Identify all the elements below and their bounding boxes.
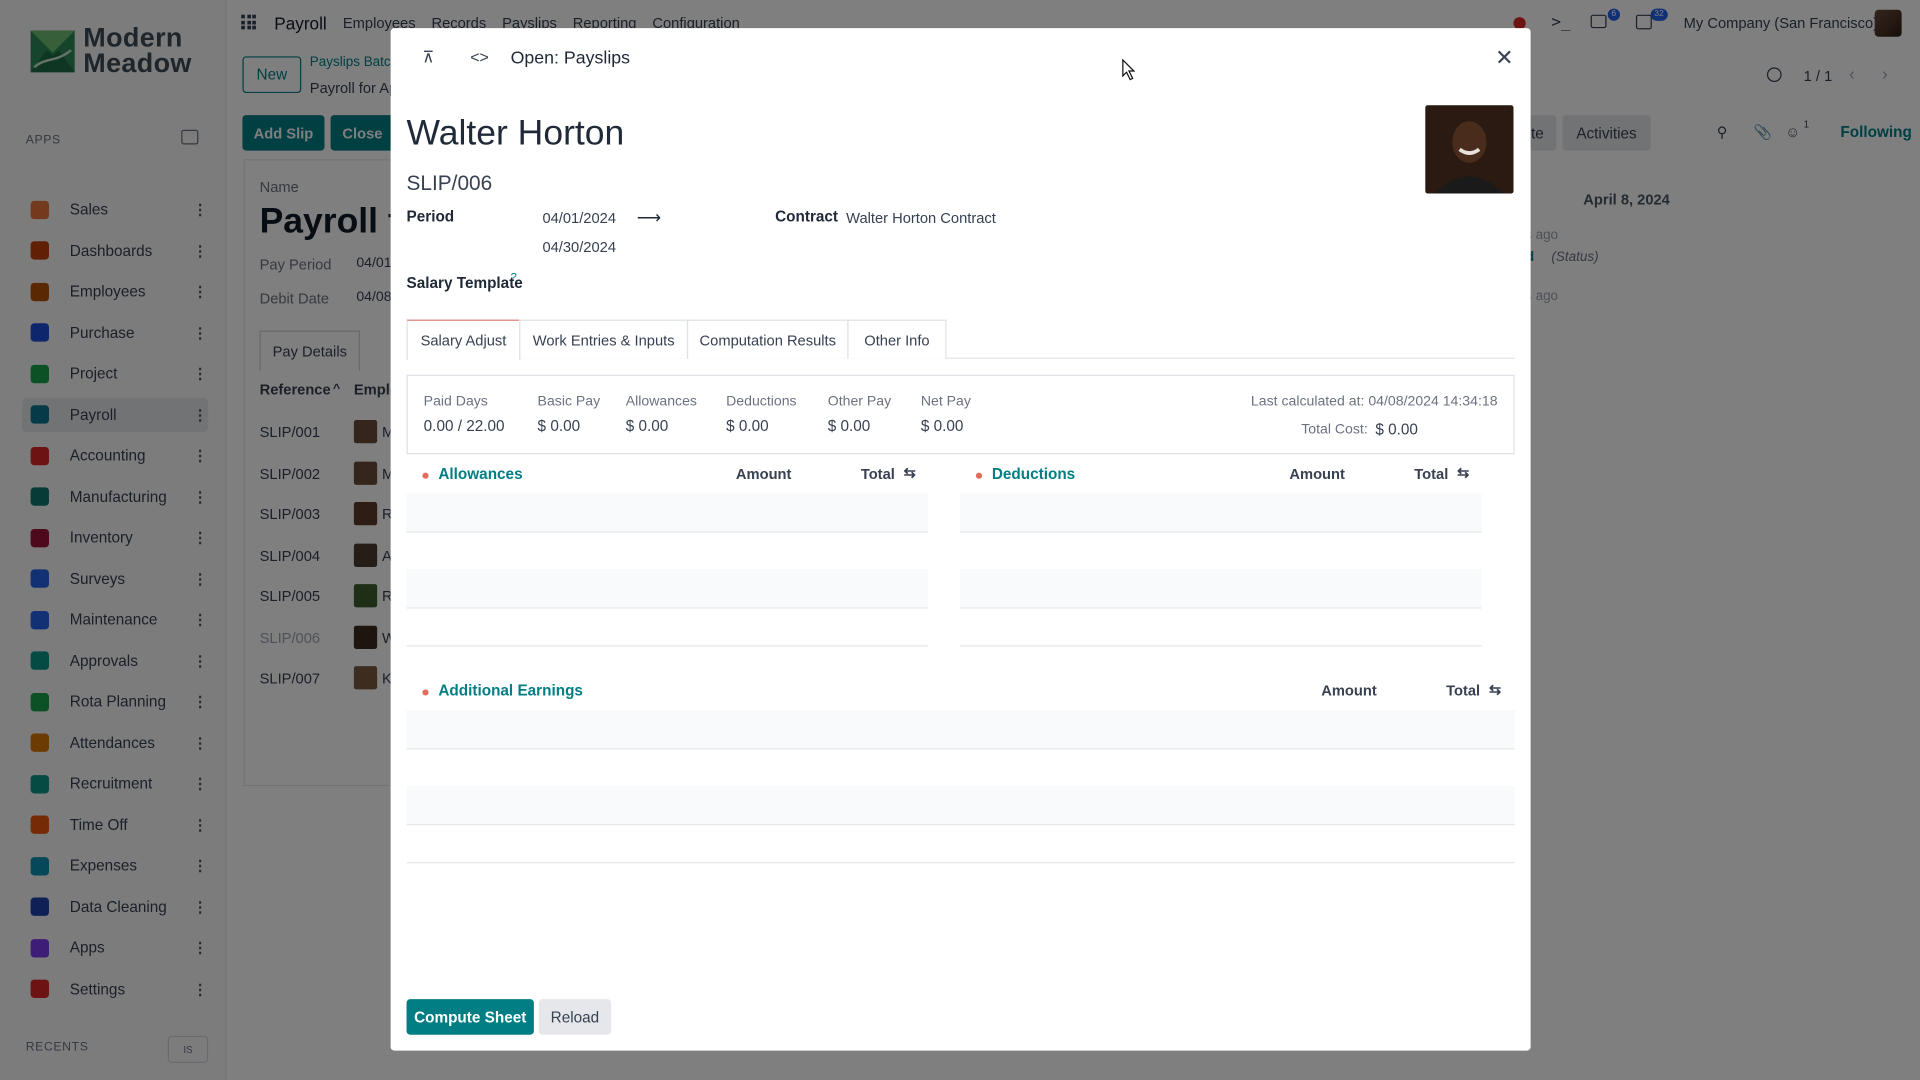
empty-row — [406, 493, 929, 532]
dialog-title: Open: Payslips — [510, 48, 631, 69]
empty-row — [960, 493, 1482, 532]
mouse-cursor-icon — [1122, 58, 1136, 81]
row-divider — [406, 645, 929, 647]
net-pay-value: $ 0.00 — [920, 417, 964, 435]
additional-dot-icon — [422, 689, 429, 696]
empty-row — [406, 710, 1515, 749]
additional-col-total: Total — [1446, 682, 1481, 700]
contract-value[interactable]: Walter Horton Contract — [846, 209, 996, 226]
deductions-dot-icon — [975, 472, 983, 479]
row-divider — [406, 607, 929, 609]
row-divider — [406, 748, 1515, 750]
last-calculated: Last calculated at: 04/08/2024 14:34:18 — [1250, 394, 1498, 409]
tab-computation-results[interactable]: Computation Results — [686, 319, 849, 359]
period-end[interactable]: 04/30/2024 — [542, 239, 616, 256]
empty-row — [406, 569, 929, 608]
column-settings-icon[interactable]: ⇆ — [904, 464, 916, 481]
column-settings-icon[interactable]: ⇆ — [1489, 681, 1501, 698]
empty-row — [960, 569, 1482, 608]
allowances-col-total: Total — [860, 465, 895, 483]
expand-code-icon[interactable]: <> — [470, 48, 489, 66]
allowances-col-amount: Amount — [735, 465, 792, 483]
allowances-value: $ 0.00 — [625, 417, 669, 435]
tab-salary-adjust[interactable]: Salary Adjust — [406, 319, 521, 361]
total-cost-value: $ 0.00 — [1375, 421, 1418, 439]
deductions-col-total: Total — [1414, 465, 1449, 483]
tab-other-info[interactable]: Other Info — [847, 319, 947, 359]
basic-pay-value: $ 0.00 — [537, 417, 581, 435]
paid-days-label: Paid Days — [423, 394, 488, 409]
total-cost-label: Total Cost: — [1301, 422, 1368, 438]
arrow-right-icon: ⟶ — [636, 206, 662, 227]
help-icon[interactable]: ? — [511, 271, 517, 283]
salary-summary: Paid Days 0.00 / 22.00 Basic Pay $ 0.00 … — [406, 374, 1515, 455]
empty-row — [406, 786, 1515, 825]
period-start[interactable]: 04/01/2024 — [542, 209, 616, 226]
deductions-label: Deductions — [726, 394, 797, 409]
reload-button[interactable]: Reload — [538, 999, 612, 1035]
period-label: Period — [406, 208, 455, 226]
row-divider — [960, 531, 1482, 533]
allowances-label: Allowances — [625, 394, 697, 409]
slip-number[interactable]: SLIP/006 — [407, 171, 493, 195]
collapse-icon[interactable]: ⊼ — [422, 48, 434, 68]
basic-pay-label: Basic Pay — [537, 394, 601, 409]
row-divider — [406, 862, 1515, 864]
additional-earnings-title[interactable]: Additional Earnings — [438, 682, 583, 699]
row-divider — [406, 824, 1515, 826]
salary-template-label: Salary Template — [406, 274, 523, 292]
employee-name[interactable]: Walter Horton — [407, 114, 625, 154]
contract-label: Contract — [775, 208, 839, 226]
payslip-tabs: Salary Adjust Work Entries & Inputs Comp… — [406, 319, 1515, 361]
deductions-value: $ 0.00 — [726, 417, 769, 435]
other-pay-value: $ 0.00 — [827, 417, 871, 435]
paid-days-value: 0.00 / 22.00 — [423, 417, 505, 435]
deductions-title[interactable]: Deductions — [992, 465, 1075, 482]
allowances-dot-icon — [422, 472, 429, 479]
deductions-col-amount: Amount — [1289, 465, 1345, 483]
close-icon[interactable]: ✕ — [1495, 47, 1513, 69]
other-pay-label: Other Pay — [827, 394, 892, 409]
net-pay-label: Net Pay — [920, 394, 971, 409]
employee-photo-image — [1425, 105, 1514, 194]
employee-photo[interactable] — [1425, 105, 1514, 194]
additional-col-amount: Amount — [1321, 682, 1377, 700]
allowances-title[interactable]: Allowances — [438, 465, 522, 482]
row-divider — [406, 531, 929, 533]
row-divider — [960, 645, 1482, 647]
compute-sheet-button[interactable]: Compute Sheet — [406, 999, 534, 1035]
payslip-dialog: ⊼ <> Open: Payslips ✕ Walter Horton SLIP… — [390, 28, 1531, 1051]
column-settings-icon[interactable]: ⇆ — [1457, 464, 1469, 481]
tab-work-entries[interactable]: Work Entries & Inputs — [519, 319, 689, 359]
row-divider — [960, 607, 1482, 609]
